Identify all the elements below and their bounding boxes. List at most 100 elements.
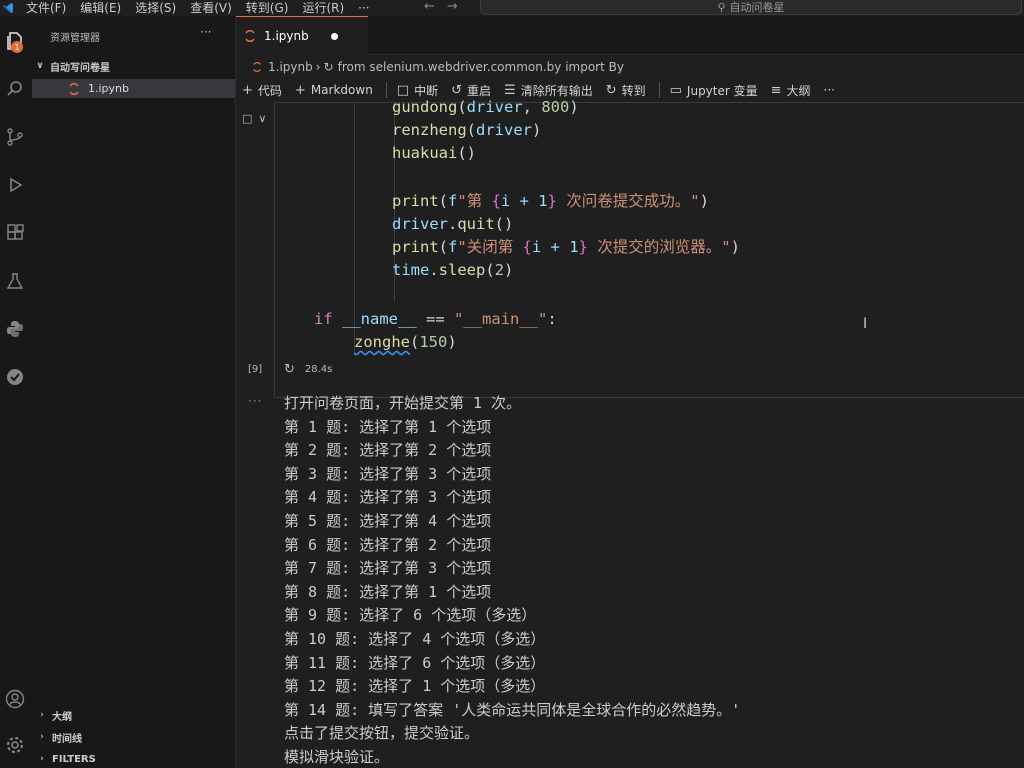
toolbar-divider (385, 82, 387, 98)
testing-flask-icon[interactable] (0, 266, 30, 296)
add-code-button[interactable]: + 代码 (242, 82, 282, 99)
plus-icon: + (242, 82, 253, 98)
explorer-icon[interactable]: 1 (0, 26, 30, 56)
notebook-editor: 1.ipynb 1.ipynb › ↻ from selenium.webdri… (236, 16, 1024, 768)
code-line: print(f"第 {i + 1} 次问卷提交成功。") (392, 192, 709, 210)
explorer-title: 资源管理器 (50, 33, 100, 44)
output-line: 第 3 题: 选择了第 3 个选项 (284, 464, 492, 483)
breadcrumb: 1.ipynb › ↻ from selenium.webdriver.comm… (236, 56, 624, 78)
vscode-logo-icon (2, 1, 16, 15)
notebook-toolbar: + 代码 + Markdown □ 中断 ↺ 重启 ☰ 清除所有输出 ↻ 转到 ▭ Jupyt… (236, 78, 1024, 102)
chevron-down-icon: ∨ (36, 61, 44, 71)
cell-output: 打开问卷页面，开始提交第 1 次。 第 1 题: 选择了第 1 个选项 第 2 … (284, 392, 1014, 768)
section-timeline[interactable]: › 时间线 (36, 729, 82, 745)
explorer-more-icon[interactable]: ··· (200, 25, 211, 39)
output-line: 打开问卷页面，开始提交第 1 次。 (284, 394, 522, 412)
unsaved-dot-icon[interactable] (331, 33, 338, 40)
code-token: "关闭第 (457, 238, 523, 256)
account-icon[interactable] (0, 684, 30, 714)
file-item-label: 1.ipynb (88, 82, 129, 95)
check-circle-icon[interactable] (0, 362, 30, 392)
code-line: renzheng(driver) (392, 121, 542, 139)
outline-label: 大纲 (786, 83, 811, 98)
source-control-icon[interactable] (0, 122, 30, 152)
tab-notebook[interactable]: 1.ipynb (236, 16, 368, 55)
activity-bar: 1 (0, 16, 30, 768)
code-token: zonghe (354, 333, 410, 351)
execution-time: 28.4s (304, 364, 333, 375)
chevron-down-icon[interactable]: ∨ (258, 112, 266, 125)
menu-selection[interactable]: 选择(S) (135, 1, 176, 15)
code-token: 2 (494, 261, 505, 279)
code-line: if __name__ == "__main__": (314, 310, 557, 328)
code-token: sleep (438, 261, 486, 279)
code-line: zonghe(150) (354, 333, 457, 351)
code-token: print (392, 192, 439, 210)
toolbar-divider (658, 82, 660, 98)
section-filters[interactable]: › FILTERS (36, 751, 96, 767)
code-token: quit (457, 215, 495, 233)
section-outline[interactable]: › 大纲 (36, 707, 72, 723)
add-markdown-button[interactable]: + Markdown (295, 83, 373, 98)
add-markdown-label: Markdown (310, 83, 373, 97)
output-more-icon[interactable]: ··· (248, 394, 262, 408)
text-cursor-icon: I (863, 316, 868, 332)
output-line: 第 2 题: 选择了第 2 个选项 (284, 441, 492, 460)
chevron-right-icon: › (40, 710, 44, 720)
outline-list-icon: ≡ (770, 82, 782, 98)
forward-arrow-icon[interactable]: → (447, 0, 458, 13)
command-center[interactable]: ⚲ 自动问卷星 (480, 0, 1022, 15)
variables-icon: ▭ (669, 82, 682, 98)
execution-status: [9] ↻ 28.4s (248, 362, 332, 377)
goto-button[interactable]: ↻ 转到 (606, 82, 646, 99)
tab-bar: 1.ipynb (236, 16, 1024, 55)
nav-arrows: ← → (424, 0, 458, 13)
code-token: renzheng (392, 121, 467, 139)
jupyter-variables-button[interactable]: ▭ Jupyter 变量 (670, 82, 758, 99)
menu-more[interactable]: ··· (358, 1, 369, 15)
menu-edit[interactable]: 编辑(E) (80, 1, 121, 15)
chevron-right-icon: › (40, 754, 44, 764)
menu-go[interactable]: 转到(G) (246, 1, 289, 15)
code-token: __name__ (342, 310, 417, 328)
cell-gutter: □ ∨ (242, 112, 266, 125)
code-line: huakuai() (392, 144, 476, 162)
back-arrow-icon[interactable]: ← (424, 0, 435, 13)
code-line: driver.quit() (392, 215, 514, 233)
command-center-text: 自动问卷星 (729, 1, 785, 14)
code-token: 150 (419, 333, 448, 351)
search-activity-icon[interactable] (0, 74, 30, 104)
output-line: 第 5 题: 选择了第 4 个选项 (284, 511, 492, 530)
section-timeline-label: 时间线 (52, 733, 82, 745)
explorer-sidebar: 资源管理器 ··· ∨ 自动写问卷星 1.ipynb › 大纲 › 时间线 › … (30, 16, 236, 768)
output-line: 第 7 题: 选择了第 3 个选项 (284, 559, 492, 578)
code-editor[interactable]: gundong(driver, 800) renzheng(driver) hu… (278, 98, 1018, 352)
menu-run[interactable]: 运行(R) (302, 1, 344, 15)
code-token: driver (392, 215, 448, 233)
code-token: if (314, 310, 333, 328)
settings-gear-icon[interactable] (0, 730, 30, 760)
code-token: 次问卷提交成功。" (556, 192, 700, 210)
workspace-folder[interactable]: ∨ 自动写问卷星 (34, 58, 234, 74)
code-token: 800 (541, 98, 570, 116)
toolbar-more-button[interactable]: ··· (824, 83, 835, 97)
file-item-notebook[interactable]: 1.ipynb (32, 79, 235, 98)
menu-view[interactable]: 查看(V) (190, 1, 232, 15)
code-token: i + 1 (531, 238, 579, 256)
breadcrumb-file[interactable]: 1.ipynb (268, 60, 313, 74)
outline-button[interactable]: ≡ 大纲 (771, 82, 811, 99)
tab-label: 1.ipynb (264, 29, 309, 43)
section-filters-label: FILTERS (52, 753, 96, 765)
cell-select-checkbox-icon[interactable]: □ (242, 112, 252, 125)
extensions-icon[interactable] (0, 218, 30, 248)
python-icon[interactable] (0, 314, 30, 344)
code-token: print (392, 238, 439, 256)
code-token: "__main__" (454, 310, 548, 328)
code-token: i + 1 (500, 192, 548, 210)
output-line: 第 6 题: 选择了第 2 个选项 (284, 535, 492, 554)
execution-count: [9] (248, 364, 263, 375)
breadcrumb-symbol[interactable]: from selenium.webdriver.common.by import… (338, 60, 624, 74)
run-debug-icon[interactable] (0, 170, 30, 200)
output-line: 第 11 题: 选择了 6 个选项（多选） (284, 653, 546, 672)
menu-file[interactable]: 文件(F) (26, 1, 66, 15)
